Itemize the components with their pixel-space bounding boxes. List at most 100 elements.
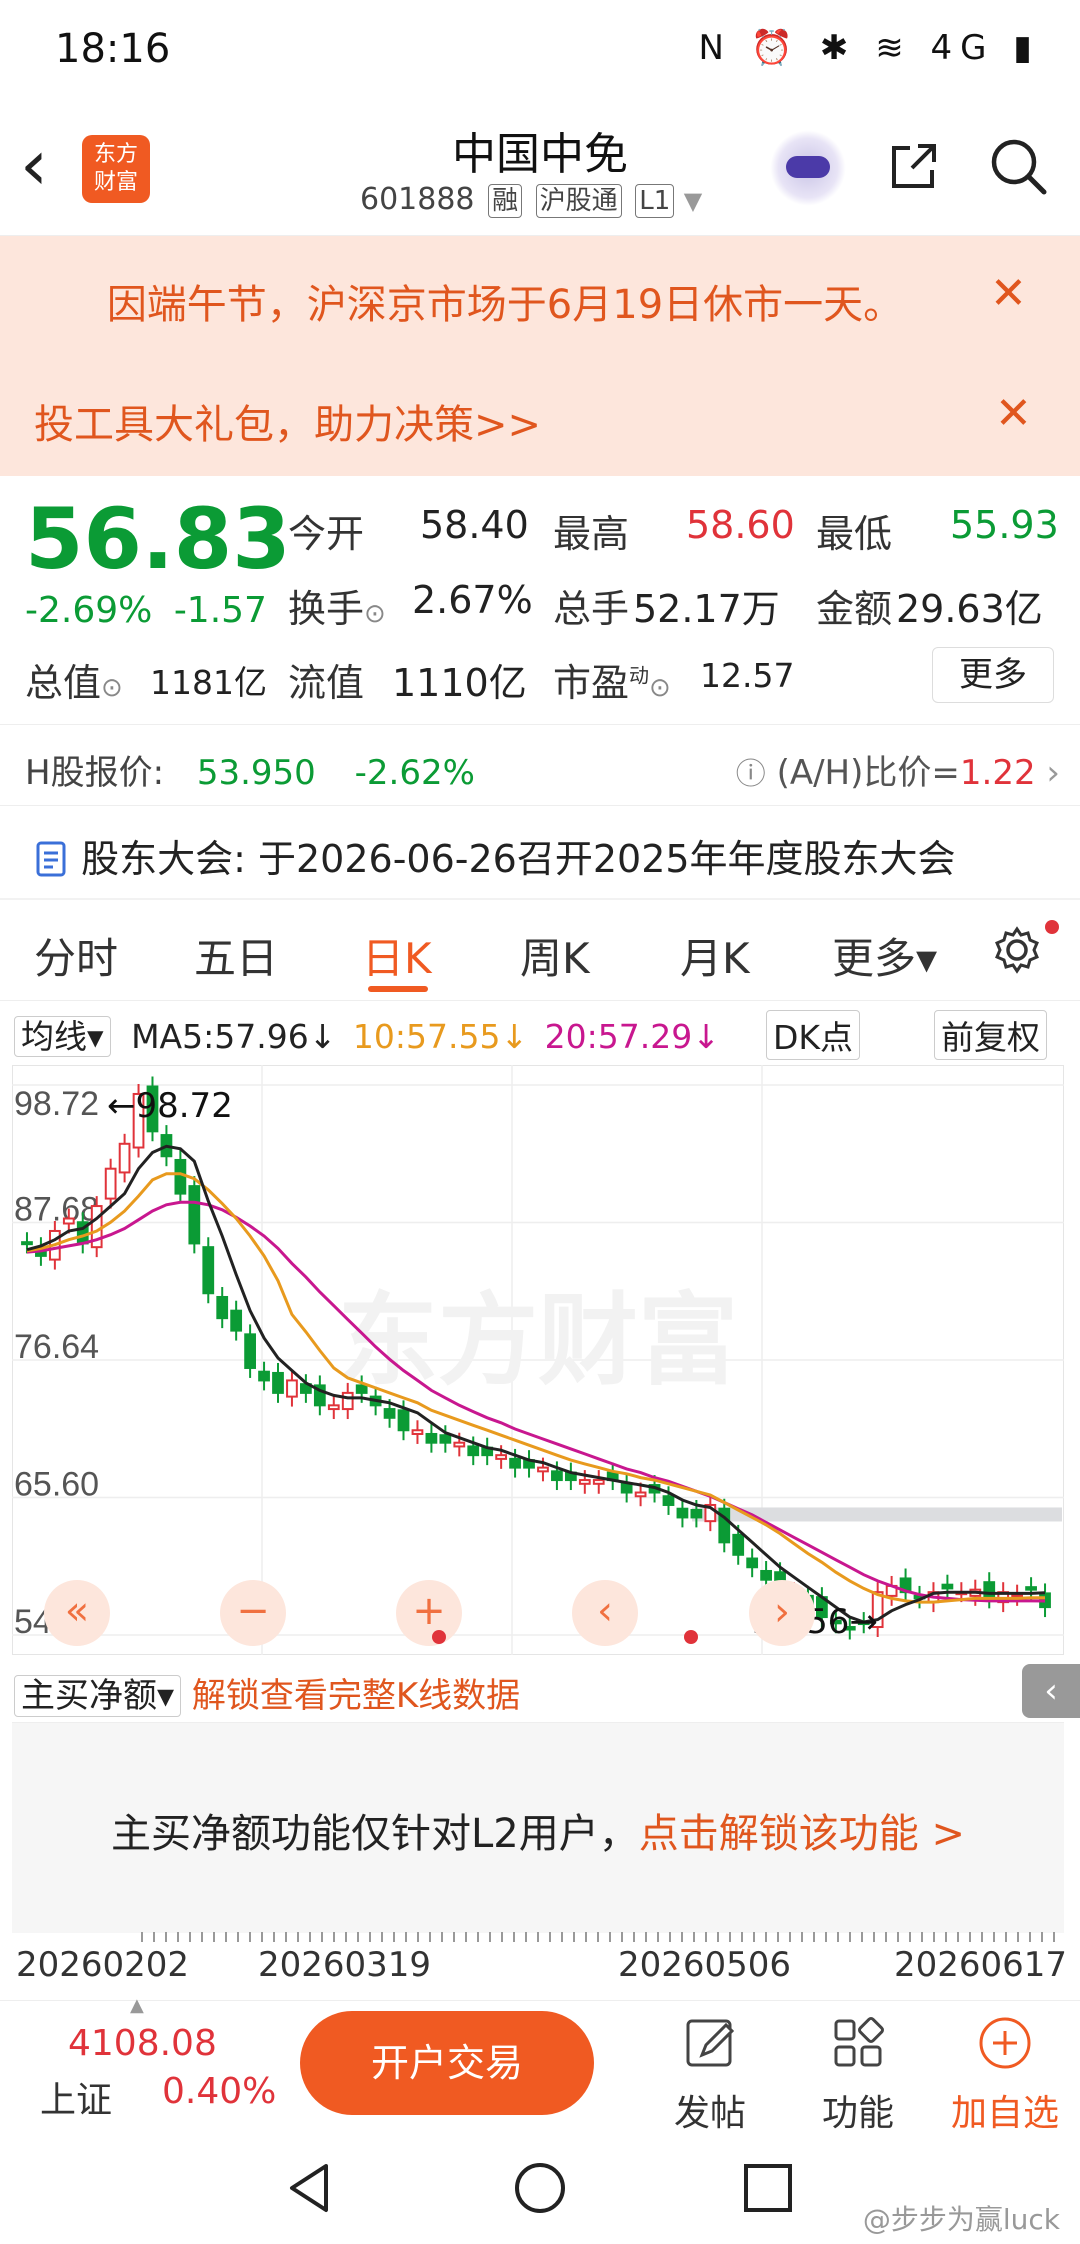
low-label: 最低 (816, 512, 893, 556)
gear-icon[interactable] (992, 925, 1042, 975)
side-panel-toggle[interactable]: ‹ (1022, 1664, 1080, 1718)
mktcap-label[interactable]: 总值⊙ (25, 652, 123, 707)
tab-daily-k[interactable]: 日K (362, 925, 432, 986)
last-price: 56.83 (25, 490, 291, 588)
y-tick-label: 98.72 (14, 1085, 99, 1123)
volume-value: 52.17万 (633, 587, 780, 631)
turnover-value: 2.67% (412, 578, 533, 622)
tab-monthly-k[interactable]: 月K (680, 925, 750, 986)
promo-notice[interactable]: 投工具大礼包，助力决策>> (34, 392, 541, 450)
candle-body (397, 1409, 410, 1432)
assistant-robot-icon[interactable] (770, 130, 846, 206)
document-icon (36, 841, 66, 877)
tag-connect: 沪股通 (535, 184, 622, 218)
kline-chart[interactable]: 98.7287.6876.6465.6054.56东方财富←98.7254.56… (12, 1065, 1064, 1655)
dk-point-button[interactable]: DK点 (766, 1010, 861, 1060)
candle-body (495, 1454, 508, 1460)
prev-icon[interactable]: ‹ (572, 1580, 638, 1646)
ma-legend-row: 均线▾ MA5:57.96↓ 10:57.55↓ 20:57.29↓ (14, 1010, 720, 1058)
post-button[interactable]: 发帖 (650, 2011, 770, 2136)
candle-body (1025, 1586, 1037, 1591)
indicator-locked-panel: 主买净额功能仅针对L2用户，点击解锁该功能 > (12, 1722, 1064, 1933)
close-icon[interactable]: ✕ (990, 268, 1027, 319)
turnover-label[interactable]: 换手⊙ (288, 578, 386, 633)
tab-five-day[interactable]: 五日 (194, 925, 278, 986)
y-tick-label: 76.64 (14, 1328, 99, 1366)
functions-button[interactable]: 功能 (798, 2011, 918, 2136)
y-tick-label: 65.60 (14, 1466, 99, 1504)
more-quote-button[interactable]: 更多 (932, 647, 1054, 703)
nav-home-icon[interactable] (512, 2160, 568, 2216)
info-icon: ⊙ (649, 673, 671, 703)
low-value: 55.93 (950, 503, 1059, 547)
search-icon[interactable] (988, 136, 1048, 196)
notice-banner: 因端午节，沪深京市场于6月19日休市一天。 ✕ 投工具大礼包，助力决策>> ✕ (0, 236, 1080, 476)
candle-body (327, 1404, 340, 1411)
candle-body (355, 1384, 368, 1394)
indicator-selector[interactable]: 主买净额▾ (14, 1675, 182, 1717)
locked-text: 主买净额功能仅针对L2用户， (111, 1811, 639, 1857)
nav-recents-icon[interactable] (742, 2162, 794, 2214)
add-watchlist-button[interactable]: 加自选 (945, 2011, 1065, 2136)
candle-body (383, 1408, 396, 1419)
indicator-row: 主买净额▾ 解锁查看完整K线数据 (14, 1668, 520, 1717)
h-share-row[interactable]: H股报价: 53.950 -2.62% (25, 745, 475, 794)
nav-back-icon[interactable] (282, 2160, 338, 2216)
tab-weekly-k[interactable]: 周K (520, 925, 590, 986)
stock-code-row[interactable]: 601888 融 沪股通 L1 ▼ (360, 182, 702, 218)
open-value: 58.40 (420, 503, 529, 547)
h-share-label: H股报价: (25, 753, 165, 793)
high-label: 最高 (553, 512, 630, 556)
index-percent: 0.40% (162, 2071, 277, 2112)
date-tick: 20260202 (16, 1945, 190, 1985)
unlock-feature-link[interactable]: 点击解锁该功能 > (639, 1811, 965, 1857)
candle-body (21, 1241, 33, 1246)
ma-selector[interactable]: 均线▾ (14, 1016, 111, 1057)
candle-body (411, 1429, 424, 1435)
adjust-button[interactable]: 前复权 (934, 1010, 1047, 1060)
unlock-kline-link[interactable]: 解锁查看完整K线数据 (192, 1676, 520, 1716)
candle-body (453, 1441, 466, 1448)
candle-body (592, 1479, 605, 1485)
functions-label: 功能 (821, 2093, 894, 2134)
pe-value: 12.57 (700, 656, 795, 695)
candle-body (676, 1507, 689, 1519)
index-value[interactable]: 4108.08 (68, 2023, 217, 2064)
tab-intraday[interactable]: 分时 (34, 925, 118, 986)
open-label: 今开 (288, 512, 365, 556)
divider (0, 898, 1080, 900)
post-label: 发帖 (673, 2093, 746, 2134)
ah-ratio[interactable]: ⓘ (A/H)比价=1.22 › (736, 745, 1060, 794)
pe-label-text: 市盈 (553, 661, 630, 705)
edit-icon (686, 2019, 735, 2067)
zoom-in-icon[interactable]: + (396, 1580, 462, 1646)
status-bar: 18:16 N ⏰ ✱ ≋ 4G ▮ (0, 0, 1080, 100)
tag-margin: 融 (488, 184, 523, 218)
open-account-trade-button[interactable]: 开户交易 (300, 2011, 594, 2115)
next-icon[interactable]: › (774, 1589, 790, 1635)
shareholder-meeting-row[interactable]: 股东大会: 于2026-06-26召开2025年年度股东大会 (35, 828, 956, 883)
stock-code: 601888 (360, 182, 475, 217)
share-icon[interactable] (888, 140, 940, 192)
high-value: 58.60 (686, 503, 795, 547)
scroll-left-icon[interactable]: « (44, 1580, 110, 1646)
zoom-out-icon[interactable]: − (220, 1580, 286, 1646)
pe-label[interactable]: 市盈动⊙ (553, 652, 671, 707)
date-tick: 20260319 (258, 1945, 432, 1985)
caret-up-icon: ▲ (130, 1995, 144, 2016)
ma5-value: MA5:57.96↓ (131, 1017, 337, 1056)
tab-more[interactable]: 更多▾ (832, 925, 937, 986)
close-icon[interactable]: ✕ (995, 388, 1032, 439)
candle-body (62, 1217, 75, 1225)
locked-message: 主买净额功能仅针对L2用户，点击解锁该功能 > (12, 1801, 1064, 1859)
tag-level: L1 (635, 184, 675, 218)
volume-label: 总手 (553, 587, 630, 631)
candle-body (620, 1482, 633, 1494)
amount-value: 29.63亿 (896, 587, 1043, 631)
status-time: 18:16 (55, 26, 171, 72)
add-watchlist-label: 加自选 (950, 2093, 1059, 2134)
candle-body (244, 1333, 256, 1369)
info-icon: ⊙ (101, 673, 123, 703)
divider (0, 805, 1080, 806)
candle-body (551, 1470, 563, 1482)
